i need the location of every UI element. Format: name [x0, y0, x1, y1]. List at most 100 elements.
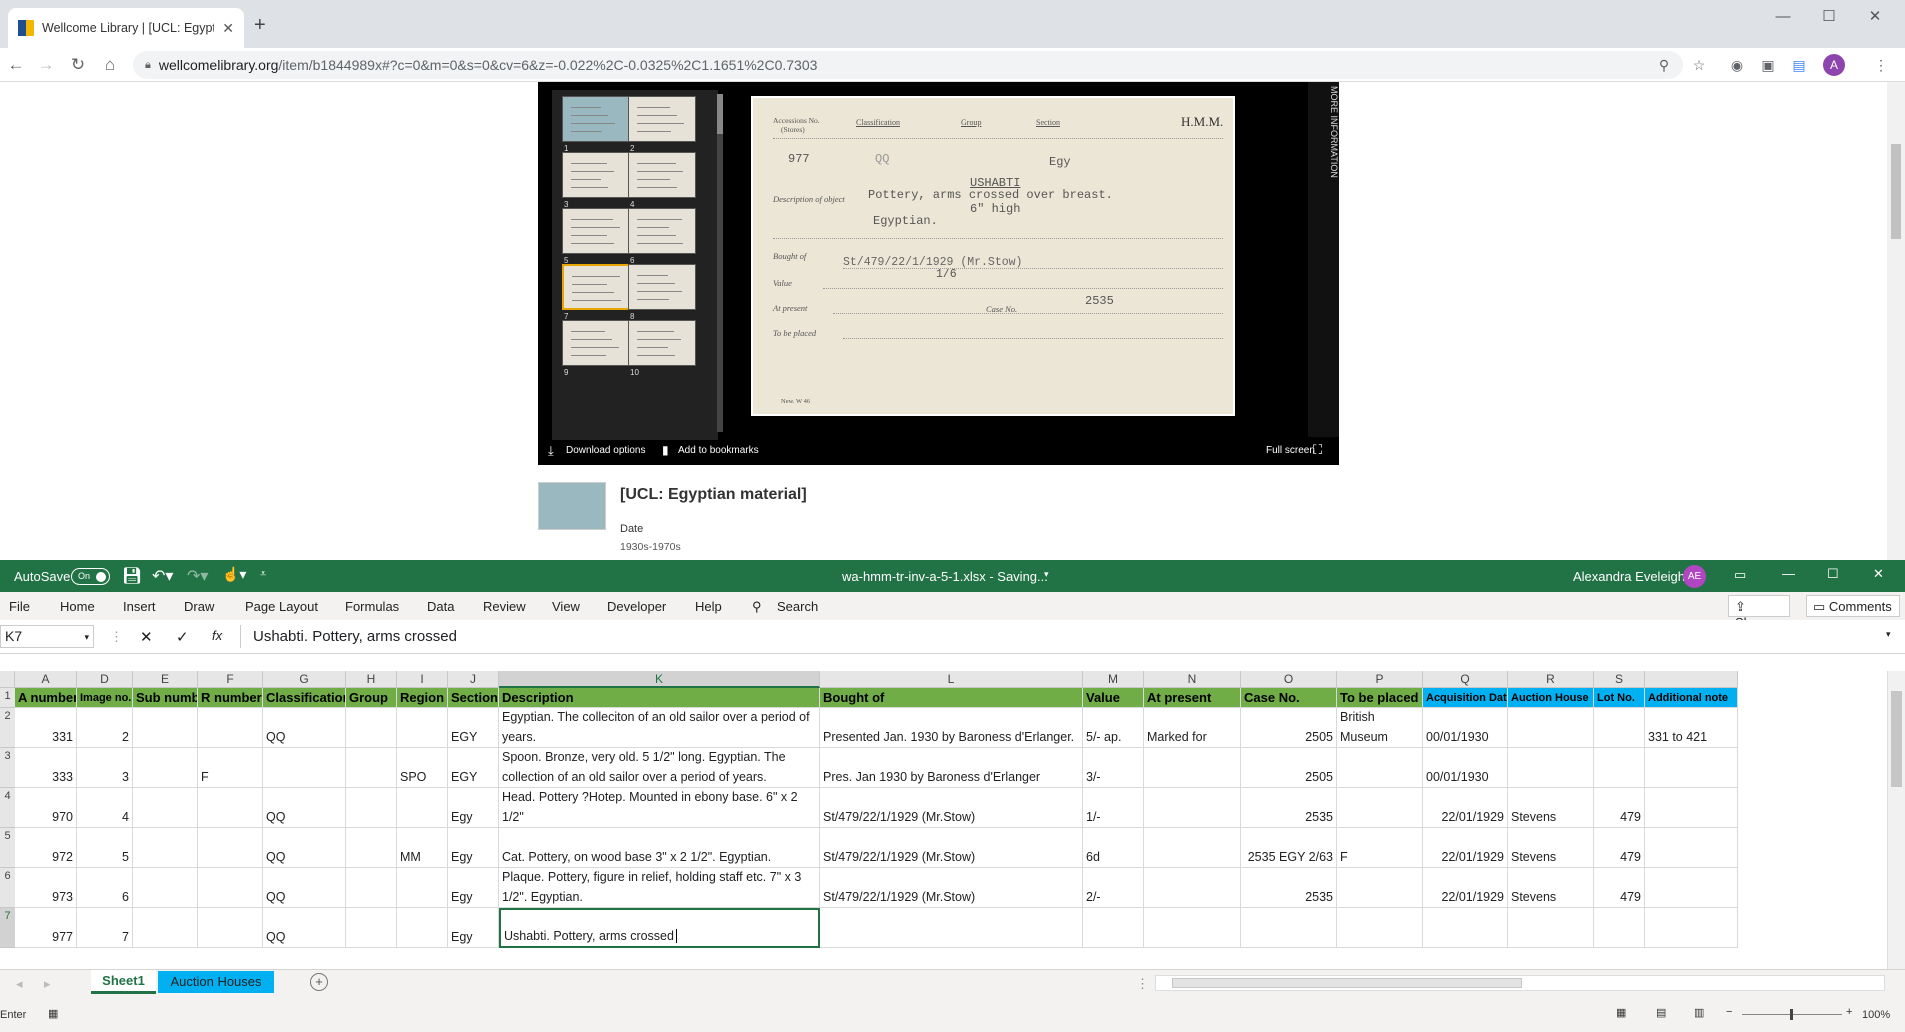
table-cell[interactable]: 479	[1594, 828, 1645, 868]
column-header-D[interactable]: D	[77, 671, 133, 688]
table-cell[interactable]: Stevens	[1508, 868, 1594, 908]
forward-button[interactable]: →	[34, 54, 58, 76]
table-cell[interactable]: SPO	[397, 748, 448, 788]
table-cell[interactable]	[1645, 908, 1738, 948]
full-screen-icon[interactable]: ⛶	[1313, 442, 1322, 458]
zoom-slider[interactable]	[1742, 1009, 1842, 1020]
insert-function-icon[interactable]: fx	[212, 628, 222, 643]
table-cell[interactable]: Egy	[448, 788, 499, 828]
header-cell[interactable]: Auction House	[1508, 688, 1594, 708]
table-cell[interactable]: Ushabti Figure. Faience, green with insc…	[499, 708, 820, 748]
minimize-window-button[interactable]: —	[1760, 0, 1806, 32]
cancel-icon[interactable]: ✕	[140, 628, 153, 646]
table-cell[interactable]	[397, 708, 448, 748]
bookmark-icon[interactable]: ▮	[662, 443, 669, 457]
back-button[interactable]: ←	[4, 54, 28, 76]
table-cell[interactable]: 00/01/1930	[1423, 748, 1508, 788]
header-cell[interactable]: Sub number	[133, 688, 198, 708]
column-header-M[interactable]: M	[1083, 671, 1144, 688]
table-cell[interactable]: 22/01/1929	[1423, 828, 1508, 868]
thumbnail-5[interactable]	[562, 208, 630, 254]
table-cell[interactable]	[263, 748, 346, 788]
table-cell[interactable]	[346, 708, 397, 748]
thumbnail-2[interactable]	[628, 96, 696, 142]
customize-toolbar-icon[interactable]: ⩡	[260, 568, 266, 581]
tab-review[interactable]: Review	[483, 599, 526, 614]
table-cell[interactable]: St/479/22/1/1929 (Mr.Stow)	[820, 868, 1083, 908]
table-cell[interactable]: 7	[77, 908, 133, 948]
new-tab-button[interactable]: +	[254, 14, 266, 37]
header-cell[interactable]: A number	[15, 688, 77, 708]
table-cell[interactable]	[1645, 868, 1738, 908]
table-cell[interactable]: Head. Pottery ?Hotep. Mounted in ebony b…	[499, 788, 820, 828]
thumbnail-3[interactable]	[562, 152, 630, 198]
table-cell[interactable]: 00/01/1930	[1423, 708, 1508, 748]
column-header-L[interactable]: L	[820, 671, 1083, 688]
horizontal-scrollbar[interactable]	[1155, 975, 1885, 991]
tab-split-handle[interactable]: ⋮	[1136, 976, 1149, 992]
table-cell[interactable]: F	[198, 748, 263, 788]
table-cell[interactable]: 977	[15, 908, 77, 948]
table-cell[interactable]	[1508, 748, 1594, 788]
table-cell[interactable]	[346, 788, 397, 828]
table-cell[interactable]	[397, 908, 448, 948]
redo-icon[interactable]: ↷▾	[187, 566, 208, 586]
table-cell[interactable]	[198, 908, 263, 948]
comments-button[interactable]: ▭ Comments	[1806, 595, 1900, 617]
add-sheet-icon[interactable]: +	[310, 973, 328, 991]
table-cell[interactable]	[1241, 908, 1337, 948]
table-cell[interactable]: Plaque. Pottery, figure in relief, holdi…	[499, 868, 820, 908]
header-cell[interactable]: To be placed	[1337, 688, 1423, 708]
excel-maximize-button[interactable]: ☐	[1827, 566, 1839, 582]
zoom-icon[interactable]: ⚲	[1653, 54, 1675, 76]
table-cell[interactable]: 973	[15, 868, 77, 908]
table-cell[interactable]: 333	[15, 748, 77, 788]
normal-view-icon[interactable]: ▦	[1616, 1006, 1626, 1019]
page-scrollbar[interactable]	[1887, 82, 1905, 560]
table-cell[interactable]	[198, 868, 263, 908]
tab-help[interactable]: Help	[695, 599, 722, 614]
touch-mode-icon[interactable]: ☝▾	[222, 566, 246, 583]
row-header-7[interactable]: 7	[0, 908, 15, 948]
enter-icon[interactable]: ✓	[176, 628, 189, 646]
column-header-N[interactable]: N	[1144, 671, 1241, 688]
tab-data[interactable]: Data	[427, 599, 454, 614]
table-cell[interactable]	[198, 788, 263, 828]
thumbnail-1[interactable]	[562, 96, 630, 142]
next-sheet-icon[interactable]: ▸	[44, 976, 51, 992]
column-header-t[interactable]	[1645, 671, 1738, 688]
tab-developer[interactable]: Developer	[607, 599, 666, 614]
table-cell[interactable]	[1594, 908, 1645, 948]
home-button[interactable]: ⌂	[98, 54, 122, 76]
excel-close-button[interactable]: ✕	[1873, 566, 1884, 582]
close-window-button[interactable]: ✕	[1852, 0, 1898, 32]
table-cell[interactable]: Egy	[448, 828, 499, 868]
table-cell[interactable]: St/479/22/1/1929 (Mr.Stow)	[820, 788, 1083, 828]
thumbnail-scrollbar[interactable]	[717, 94, 723, 432]
table-cell[interactable]: 2535	[1241, 788, 1337, 828]
column-header-E[interactable]: E	[133, 671, 198, 688]
ribbon-search[interactable]: Search	[777, 599, 818, 614]
ribbon-display-options-icon[interactable]: ▭	[1734, 567, 1746, 583]
table-cell[interactable]: 2/-	[1083, 868, 1144, 908]
table-cell[interactable]: Stevens	[1508, 828, 1594, 868]
tab-draw[interactable]: Draw	[184, 599, 214, 614]
table-cell[interactable]	[1337, 748, 1423, 788]
table-cell[interactable]	[1645, 748, 1738, 788]
table-cell[interactable]: 4	[77, 788, 133, 828]
save-icon[interactable]: 💾︎	[122, 566, 142, 586]
prev-sheet-icon[interactable]: ◂	[16, 976, 23, 992]
share-button[interactable]: ⇪ Share	[1728, 595, 1790, 630]
search-icon[interactable]: ⚲	[752, 599, 762, 615]
column-header-G[interactable]: G	[263, 671, 346, 688]
table-cell[interactable]: St/479/22/1/1929 (Mr.Stow)	[820, 828, 1083, 868]
formula-input[interactable]: Ushabti. Pottery, arms crossed	[240, 625, 1900, 648]
table-cell[interactable]: Egy	[448, 908, 499, 948]
table-cell[interactable]: 479	[1594, 868, 1645, 908]
active-cell[interactable]: Ushabti. Pottery, arms crossed	[499, 908, 820, 948]
table-cell[interactable]: 2	[77, 708, 133, 748]
vertical-scrollbar[interactable]	[1887, 671, 1905, 969]
thumbnail-4[interactable]	[628, 152, 696, 198]
header-cell[interactable]: Bought of	[820, 688, 1083, 708]
table-cell[interactable]: 972	[15, 828, 77, 868]
